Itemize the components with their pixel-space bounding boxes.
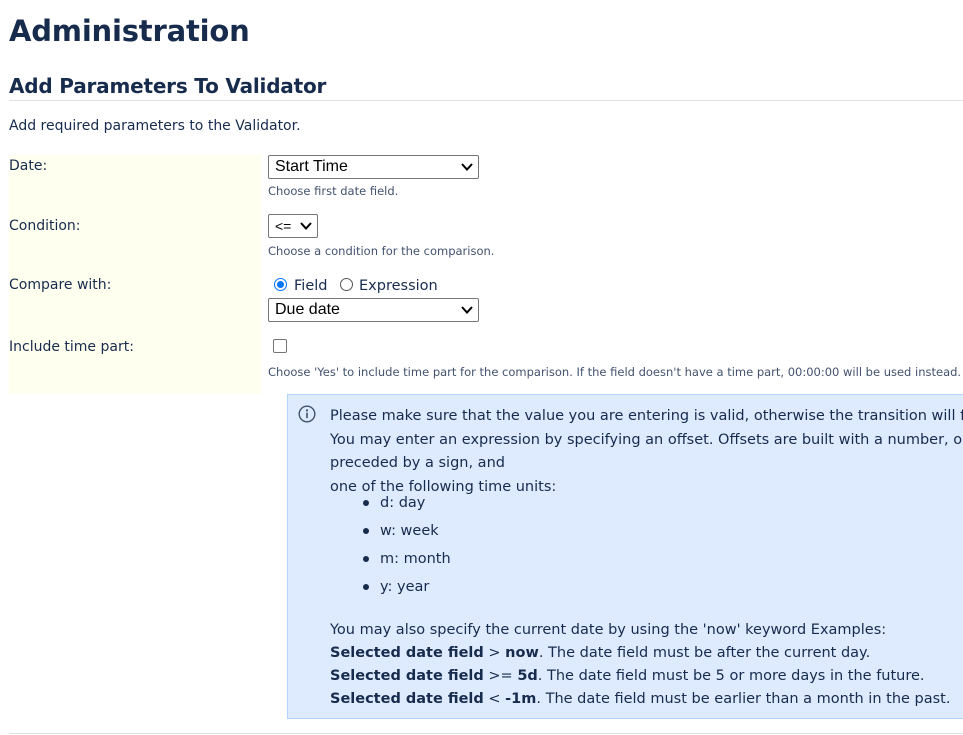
condition-select[interactable]: <= (268, 214, 318, 238)
list-item: w: week (330, 517, 451, 545)
date-description: Choose first date field. (268, 184, 399, 198)
include-time-checkbox[interactable] (273, 339, 287, 353)
bottom-divider (9, 733, 963, 734)
example-line: Selected date field < -1m. The date fiel… (330, 691, 951, 707)
field-radio-label[interactable]: Field (294, 278, 327, 294)
page-title: Administration (9, 14, 250, 48)
chevron-down-icon (461, 306, 473, 314)
date-select-value: Start Time (275, 158, 348, 175)
info-icon (298, 405, 316, 423)
time-units-list: d: day w: week m: month y: year (330, 489, 451, 601)
include-time-label: Include time part: (9, 339, 134, 355)
field-radio[interactable] (274, 278, 287, 291)
include-time-description: Choose 'Yes' to include time part for th… (268, 365, 962, 379)
compare-field-select[interactable]: Due date (268, 298, 479, 322)
info-panel: Please make sure that the value you are … (287, 394, 963, 719)
label-column-background (9, 155, 261, 394)
list-item: m: month (330, 545, 451, 573)
compare-field-select-value: Due date (275, 301, 340, 318)
section-divider (9, 100, 963, 101)
examples-block: You may also specify the current date by… (330, 619, 963, 711)
intro-text: Add required parameters to the Validator… (9, 118, 301, 134)
condition-label: Condition: (9, 218, 81, 234)
expression-radio[interactable] (340, 278, 353, 291)
now-keyword-intro: You may also specify the current date by… (330, 622, 887, 638)
condition-description: Choose a condition for the comparison. (268, 244, 495, 258)
section-title: Add Parameters To Validator (9, 74, 327, 98)
date-select[interactable]: Start Time (268, 155, 479, 179)
compare-with-label: Compare with: (9, 277, 112, 293)
info-line-offset: You may enter an expression by specifyin… (330, 431, 963, 472)
example-line: Selected date field > now. The date fiel… (330, 645, 871, 661)
example-line: Selected date field >= 5d. The date fiel… (330, 668, 925, 684)
list-item: y: year (330, 573, 451, 601)
chevron-down-icon (461, 163, 473, 171)
list-item: d: day (330, 489, 451, 517)
info-message: Please make sure that the value you are … (330, 405, 963, 499)
date-label: Date: (9, 158, 48, 174)
info-line-valid: Please make sure that the value you are … (330, 408, 963, 424)
expression-radio-label[interactable]: Expression (359, 278, 438, 294)
chevron-down-icon (300, 222, 312, 230)
condition-select-value: <= (275, 218, 292, 234)
